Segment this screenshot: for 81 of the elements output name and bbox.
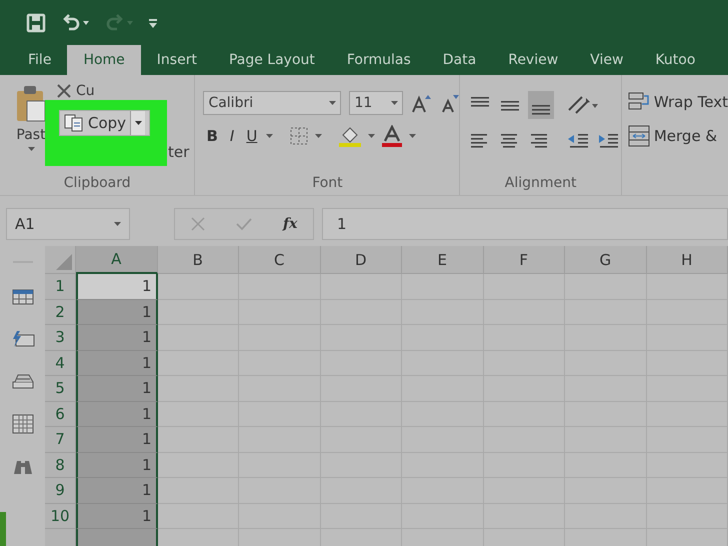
style-button[interactable]: B (203, 127, 221, 145)
caret-icon[interactable] (368, 134, 376, 138)
row-header[interactable]: 5 (45, 376, 76, 402)
table-cell: 1 (76, 427, 158, 452)
format-painter-label[interactable]: ter (168, 143, 190, 161)
bottom-align-icon[interactable] (528, 91, 554, 119)
ribbon-tab[interactable]: Data (426, 45, 492, 75)
table-cell: 1 (76, 452, 158, 478)
column-header[interactable]: G (565, 246, 646, 274)
grid-icon[interactable] (12, 414, 34, 434)
merge-icon[interactable] (628, 125, 650, 147)
column-header[interactable]: D (320, 246, 402, 274)
caret-icon[interactable] (266, 134, 274, 138)
ribbon-tab[interactable]: Review (492, 45, 574, 75)
column-header[interactable]: C (239, 246, 320, 274)
paste-label[interactable]: Past (16, 127, 46, 143)
stack-icon[interactable] (12, 372, 34, 390)
row-header[interactable]: 1 (45, 274, 76, 300)
grow-font-icon[interactable] (411, 93, 432, 113)
row-header[interactable]: 3 (45, 325, 76, 350)
column-header[interactable]: F (484, 246, 565, 274)
insert-function-button[interactable]: fx (283, 216, 298, 232)
style-button[interactable]: I (226, 127, 238, 145)
group-label: Clipboard (62, 174, 132, 193)
copy-icon[interactable] (64, 114, 84, 132)
caret-icon[interactable] (28, 147, 34, 151)
caret-icon[interactable] (391, 101, 398, 105)
ribbon-tab[interactable]: Formulas (330, 45, 427, 75)
font-color-icon[interactable] (381, 125, 404, 147)
name-box[interactable]: A1 (6, 208, 130, 240)
caret-icon[interactable] (114, 222, 121, 226)
ribbon-tab[interactable]: File (12, 45, 68, 75)
flash-fill-icon[interactable] (10, 330, 34, 348)
ribbon-tab[interactable]: Insert (140, 45, 213, 75)
table-cell: 1 (76, 274, 158, 300)
row-header[interactable]: 4 (45, 350, 76, 376)
table-cell: 1 (76, 478, 158, 504)
ribbon-tab[interactable]: Kutoo (639, 45, 712, 75)
column-header[interactable]: H (646, 246, 728, 274)
ribbon-tab[interactable]: View (574, 45, 640, 75)
style-button[interactable]: U (243, 127, 260, 145)
merge-button[interactable]: Merge & (628, 125, 728, 147)
font-size-field[interactable]: 11 (349, 91, 404, 115)
ribbon-tab[interactable]: Home (67, 45, 141, 75)
column-header[interactable]: B (158, 246, 239, 274)
ribbon-tab[interactable]: Page Layout (212, 45, 331, 75)
row-header[interactable]: 7 (45, 427, 76, 452)
orientation-icon[interactable] (566, 94, 598, 116)
save-icon[interactable] (26, 12, 46, 32)
caret-icon[interactable] (329, 101, 336, 105)
row-header[interactable]: 10 (45, 504, 76, 529)
caret-icon[interactable] (315, 134, 322, 138)
clipboard-icon[interactable] (15, 85, 47, 123)
row-header[interactable]: 2 (45, 300, 76, 325)
table-cell: 1 (76, 376, 158, 402)
table-cell: 1 (76, 504, 158, 529)
column-header[interactable]: A (76, 246, 158, 274)
fill-color-icon[interactable] (338, 125, 362, 147)
copy-button[interactable]: Copy (59, 110, 150, 136)
sheet-accent-bar (0, 512, 6, 546)
borders-icon[interactable] (289, 126, 310, 146)
table-cell: 1 (76, 350, 158, 376)
row-header[interactable]: 9 (45, 478, 76, 504)
table-cell: 1 (76, 402, 158, 427)
binoculars-icon[interactable] (12, 458, 34, 476)
font-name-field[interactable]: Calibri (203, 91, 342, 115)
group-label: Alignment (504, 174, 578, 193)
caret-icon[interactable] (409, 134, 416, 138)
scissors-icon[interactable] (56, 84, 72, 98)
formula-field[interactable]: 1 (322, 208, 728, 240)
table-icon[interactable] (12, 288, 34, 306)
row-header[interactable]: 6 (45, 402, 76, 427)
row-header[interactable]: 8 (45, 452, 76, 478)
shrink-font-icon[interactable] (439, 93, 460, 113)
table-cell: 1 (76, 300, 158, 325)
wrap-text-button[interactable]: Wrap Text (628, 91, 728, 113)
cut-label[interactable]: Cu (76, 83, 95, 99)
caret-icon[interactable] (134, 121, 142, 125)
table-cell: 1 (76, 325, 158, 350)
group-label: Font (311, 174, 344, 193)
column-header[interactable]: E (402, 246, 484, 274)
